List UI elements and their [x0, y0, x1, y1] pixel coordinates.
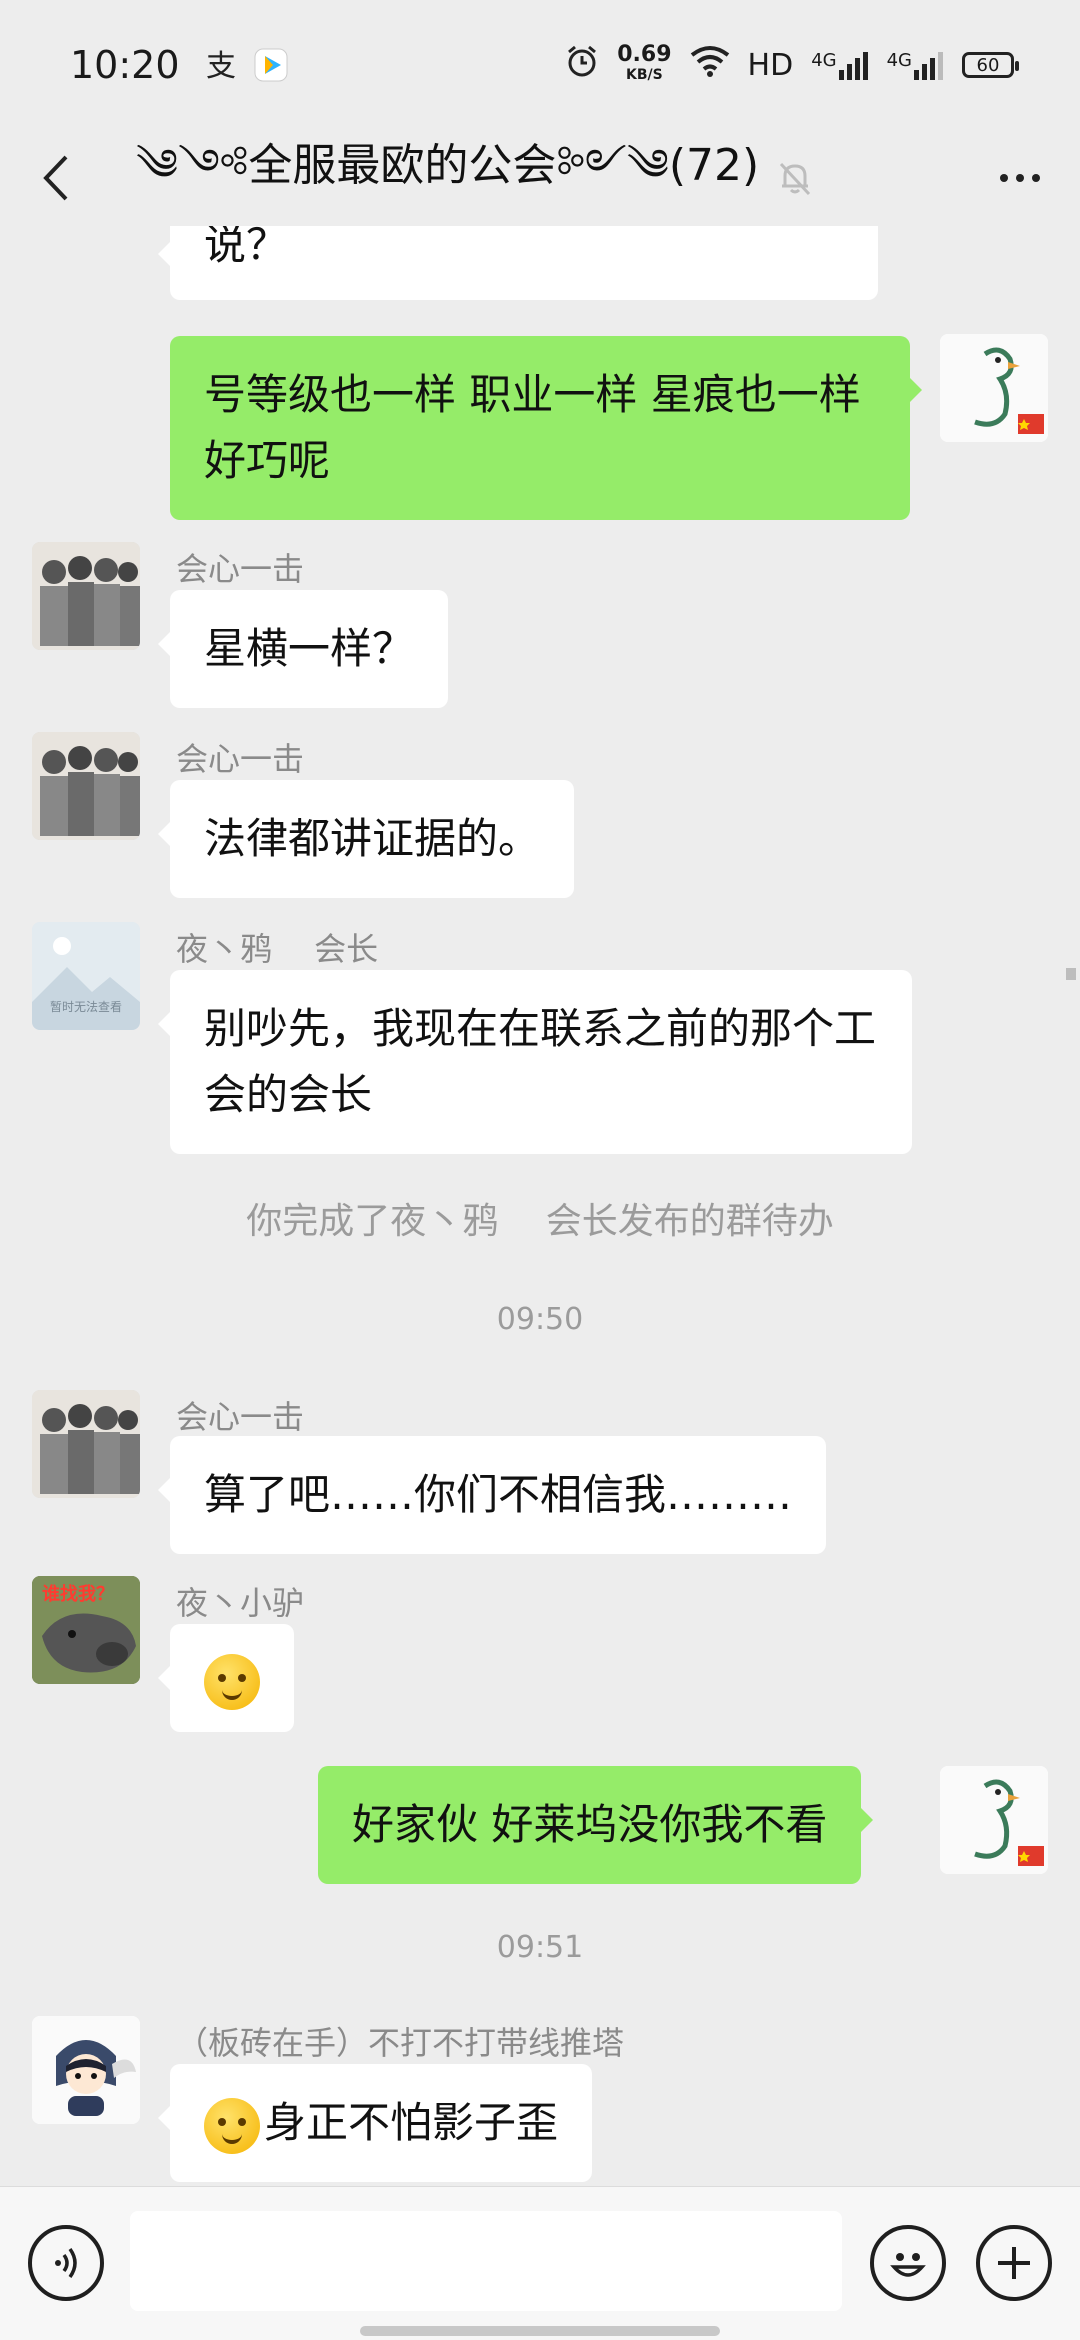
avatar-caption: 谁找我？: [42, 1584, 114, 1605]
avatar-caption: 暂时无法查看: [49, 1000, 122, 1014]
message-bubble[interactable]: 号等级也一样 职业一样 星痕也一样 好巧呢: [170, 336, 922, 520]
emoji-icon[interactable]: [870, 2225, 946, 2301]
message-bubble[interactable]: 算了吧……你们不相信我………: [157, 1436, 827, 1554]
sender-avatar[interactable]: 暂时无法查看: [32, 922, 140, 1030]
emoji-icon-inline: [204, 2097, 260, 2154]
my-avatar[interactable]: [940, 334, 1048, 442]
timestamp: 09:50: [496, 1302, 584, 1337]
message-text: 身正不怕影子歪: [264, 2098, 559, 2147]
message-text: 算了吧……你们不相信我………: [204, 1470, 793, 1519]
scroll-indicator[interactable]: [1066, 968, 1076, 980]
message-bubble[interactable]: 别吵先，我现在在联系之前的那个工会的会长: [158, 970, 912, 1154]
battery-level: 60: [976, 54, 1000, 76]
plus-icon[interactable]: [976, 2225, 1052, 2301]
mute-bell-icon: [775, 158, 815, 198]
sender-avatar[interactable]: 谁找我？: [32, 1576, 140, 1684]
more-dots-icon[interactable]: [990, 148, 1050, 208]
timestamp: 09:51: [496, 1930, 584, 1965]
hd-label: HD: [747, 47, 794, 83]
net-speed: 0.69 KB/S: [617, 42, 672, 85]
sender-name: 夜丶鸦 会长: [176, 930, 379, 968]
sender-name: （板砖在手）不打不打带线推塔: [176, 2024, 625, 2062]
home-indicator[interactable]: [360, 2326, 720, 2336]
alipay-icon: 支: [204, 48, 238, 84]
alarm-icon: [565, 44, 599, 86]
message-text: 号等级也一样 职业一样 星痕也一样 好巧呢: [204, 370, 861, 485]
message-bubble[interactable]: 身正不怕影子歪: [157, 2064, 593, 2182]
status-bar: 10:20 支 0.69 KB/S HD 4G 4G 60: [0, 0, 1080, 130]
message-list[interactable]: 说？ 号等级也一样 职业一样 星痕也一样 好巧呢 会心一击 星横一样？ 会心一击…: [0, 226, 1080, 2186]
wink-emoji-icon: [204, 1653, 260, 1710]
wifi-icon: [690, 45, 730, 85]
sender-avatar[interactable]: [32, 1390, 140, 1498]
net-speed-value: 0.69: [617, 42, 672, 67]
sender-name: 会心一击: [176, 550, 305, 588]
net-speed-unit: KB/S: [626, 67, 663, 83]
battery-icon: 60: [962, 52, 1019, 78]
message-bubble[interactable]: 说？: [158, 226, 878, 300]
message-text: 好家伙 好莱坞没你我不看: [352, 1800, 828, 1849]
signal-1: 4G: [811, 50, 868, 80]
chat-header: ༄༺全服最欧的公会༻༄(72): [0, 130, 1080, 226]
signal-1-label: 4G: [811, 50, 837, 71]
message-text: 星横一样？: [204, 624, 415, 673]
video-app-icon: [254, 48, 288, 82]
message-bubble[interactable]: [158, 1624, 294, 1732]
message-text: 别吵先，我现在在联系之前的那个工会的会长: [204, 1004, 877, 1119]
sender-name: 会心一击: [176, 740, 305, 778]
sender-avatar[interactable]: [32, 732, 140, 840]
input-bar: [0, 2186, 1080, 2340]
message-input[interactable]: [130, 2211, 842, 2311]
svg-text:支: 支: [206, 49, 236, 82]
message-bubble[interactable]: 法律都讲证据的。: [157, 780, 575, 898]
voice-icon[interactable]: [28, 2225, 104, 2301]
status-icons: 0.69 KB/S HD 4G 4G 60: [565, 42, 1019, 86]
group-title[interactable]: ༄༺全服最欧的公会༻༄(72): [136, 116, 759, 240]
sender-name: 会心一击: [176, 1398, 305, 1436]
message-text: 法律都讲证据的。: [204, 814, 541, 863]
message-bubble[interactable]: 星横一样？: [157, 590, 449, 708]
system-notice: 你完成了夜丶鸦 会长发布的群待办: [246, 1201, 834, 1242]
sender-avatar[interactable]: [32, 542, 140, 650]
signal-2: 4G: [887, 50, 944, 80]
sender-name: 夜丶小驴: [176, 1584, 305, 1622]
back-arrow-icon[interactable]: [30, 148, 80, 208]
sender-avatar[interactable]: [32, 2016, 140, 2124]
message-bubble[interactable]: 好家伙 好莱坞没你我不看: [318, 1766, 874, 1884]
signal-2-label: 4G: [886, 50, 912, 71]
my-avatar[interactable]: [940, 1766, 1048, 1874]
message-text: 说？: [204, 226, 289, 269]
status-time: 10:20: [70, 43, 180, 87]
